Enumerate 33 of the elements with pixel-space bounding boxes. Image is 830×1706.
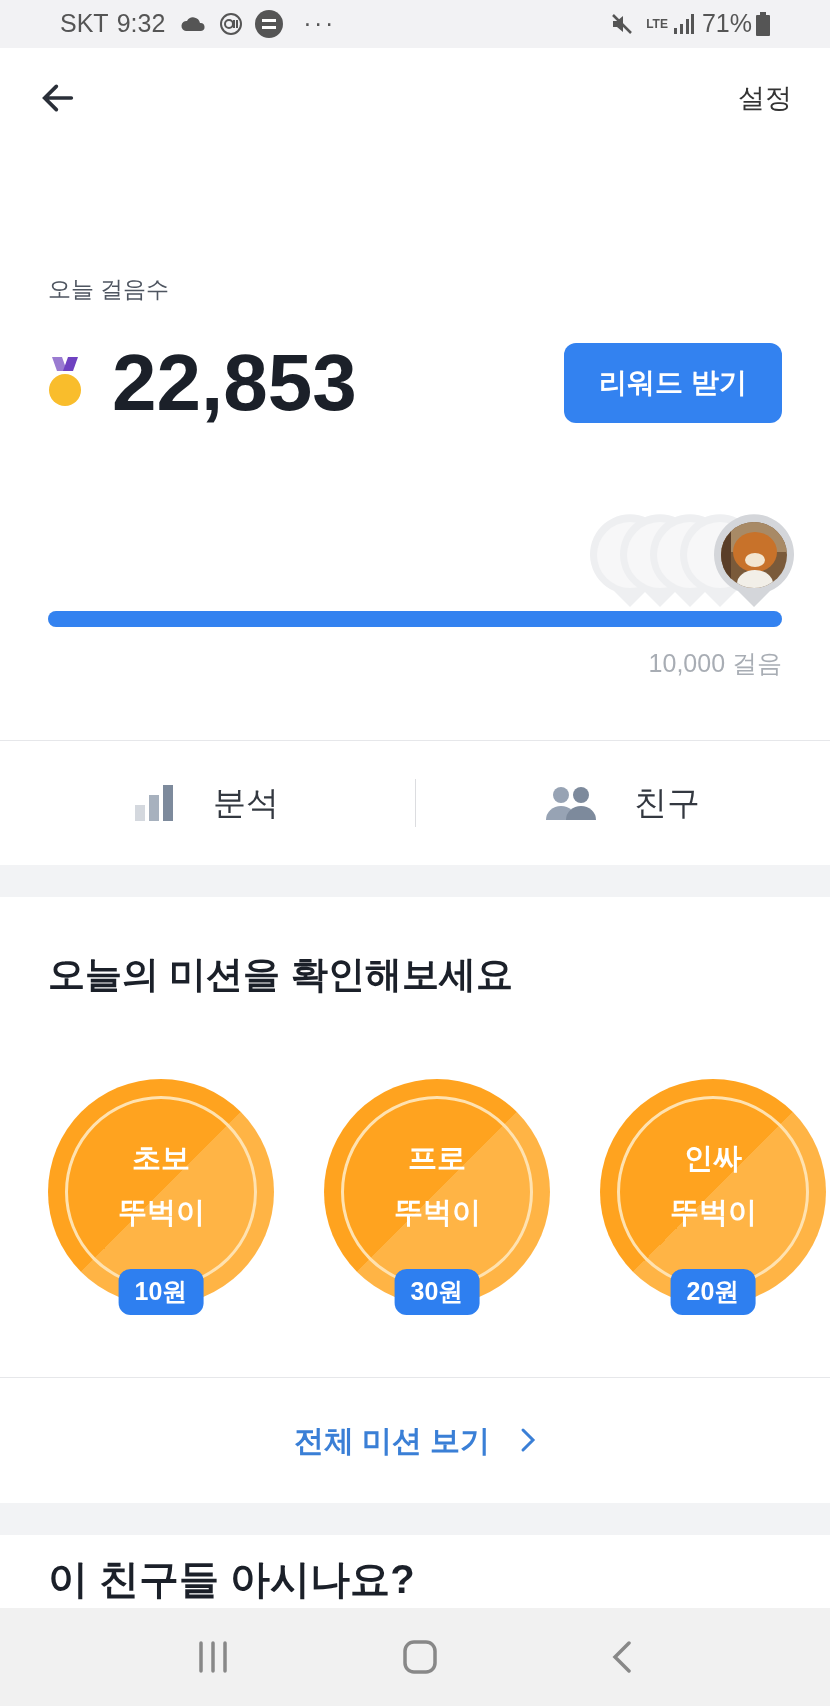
battery-percent: 71%: [701, 8, 752, 40]
network-type: LTE: [646, 18, 668, 30]
reward-badge: 30원: [394, 1268, 480, 1315]
mission-name: 프로 뚜벅이: [393, 1140, 481, 1230]
medal-icon: [48, 356, 82, 409]
more-notifications: ···: [303, 8, 336, 40]
carrier: SKT: [60, 8, 109, 40]
mission-badge[interactable]: 초보 뚜벅이 10원: [48, 1078, 274, 1315]
missions-title: 오늘의 미션을 확인해보세요: [48, 953, 514, 997]
tab[interactable]: 친구: [415, 778, 830, 828]
mission-badge[interactable]: 프로 뚜벅이 30원: [324, 1078, 550, 1315]
people-icon: [545, 786, 596, 820]
tab[interactable]: 분석: [0, 778, 415, 828]
friends-title: 이 친구들 아시나요?: [48, 1555, 416, 1603]
battery-icon: [756, 12, 770, 36]
signal-icon: [671, 13, 694, 35]
back-icon[interactable]: [612, 1641, 633, 1673]
mission-badge[interactable]: 인싸 뚜벅이 20원: [600, 1078, 826, 1315]
reward-badge: 20원: [670, 1268, 756, 1315]
view-all-missions-link[interactable]: 전체 미션 보기: [293, 1417, 537, 1463]
step-count: 22,853: [112, 336, 357, 429]
mission-name: 초보 뚜벅이: [117, 1140, 205, 1230]
clock: 9:32: [116, 8, 166, 40]
chevron-right-icon: [520, 1427, 537, 1453]
steps-label: 오늘 걸음수: [48, 275, 171, 304]
mission-name: 인싸 뚜벅이: [669, 1140, 757, 1230]
reward-badge: 10원: [118, 1268, 204, 1315]
settings-link[interactable]: 설정: [738, 77, 792, 119]
bar-chart-icon: [135, 785, 176, 821]
goal-label: 10,000 걸음: [647, 647, 782, 679]
recent-apps-icon[interactable]: [197, 1641, 228, 1673]
home-icon[interactable]: [403, 1640, 437, 1674]
reward-button[interactable]: 리워드 받기: [564, 342, 782, 423]
